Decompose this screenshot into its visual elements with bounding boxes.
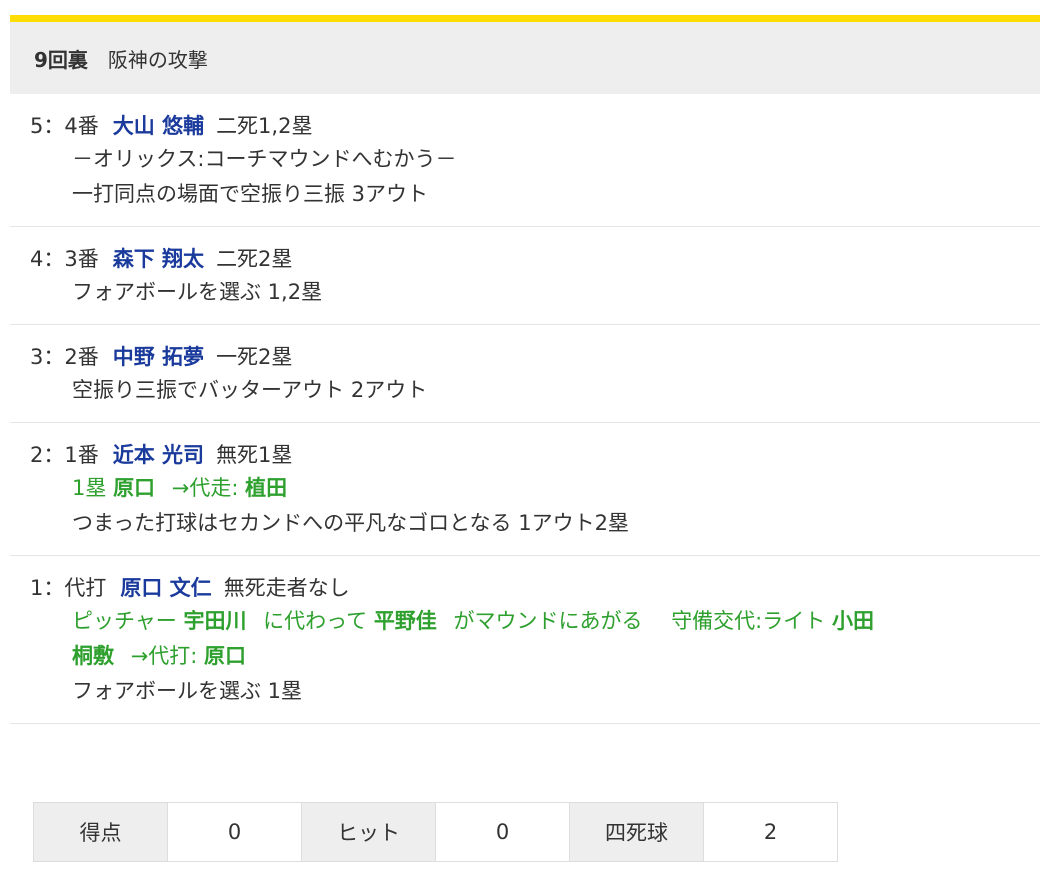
substitution-line-2: 桐敷 →代打: 原口 xyxy=(30,639,1040,674)
inning-summary-table: 得点 0 ヒット 0 四死球 2 xyxy=(33,802,838,862)
play-item: 5：4番 大山 悠輔 二死1,2塁 －オリックス:コーチマウンドへむかう－ 一打同点… xyxy=(10,94,1040,227)
sub-defense-text: 守備交代:ライト xyxy=(671,609,826,633)
inning-label: 9回裏 xyxy=(34,47,88,72)
play-item: 3：2番 中野 拓夢 一死2塁 空振り三振でバッターアウト 2アウト xyxy=(10,325,1040,423)
play-number: 2 xyxy=(30,443,44,467)
play-head: 1：代打 原口 文仁 無死走者なし xyxy=(30,576,350,600)
batting-order: 3番 xyxy=(64,247,99,271)
batter-name[interactable]: 大山 悠輔 xyxy=(113,114,204,138)
play-number: 1 xyxy=(30,576,44,600)
batting-order: 2番 xyxy=(64,345,99,369)
sub-ph-name: 原口 xyxy=(204,644,247,668)
play-head: 5：4番 大山 悠輔 二死1,2塁 xyxy=(30,114,313,138)
play-number: 5 xyxy=(30,114,44,138)
runs-value: 0 xyxy=(167,802,302,862)
play-result: フォアボールを選ぶ 1塁 xyxy=(72,679,303,703)
play-head: 2：1番 近本 光司 無死1塁 xyxy=(30,443,293,467)
play-note: －オリックス:コーチマウンドへむかう－ xyxy=(72,147,457,171)
situation: 無死走者なし xyxy=(223,576,350,600)
situation: 二死1,2塁 xyxy=(216,114,313,138)
batter-name[interactable]: 近本 光司 xyxy=(113,443,204,467)
inning-header: 9回裏 阪神の攻撃 xyxy=(10,22,1040,94)
play-head: 4：3番 森下 翔太 二死2塁 xyxy=(30,247,293,271)
play-result: 一打同点の場面で空振り三振 3アウト xyxy=(72,182,429,206)
sub-mound-text: がマウンドにあがる xyxy=(453,609,643,633)
substitution-line: ピッチャー 宇田川 に代わって 平野佳 がマウンドにあがる 守備交代:ライト 小… xyxy=(30,604,1040,639)
sub-ph-text: →代打: xyxy=(130,644,198,668)
play-item: 4：3番 森下 翔太 二死2塁 フォアボールを選ぶ 1,2塁 xyxy=(10,227,1040,325)
batter-name[interactable]: 森下 翔太 xyxy=(113,247,204,271)
sub-base: 1塁 xyxy=(72,476,107,500)
sub-old-pitcher: 宇田川 xyxy=(183,609,247,633)
sub-pitcher-label: ピッチャー xyxy=(72,609,177,633)
play-item: 1：代打 原口 文仁 無死走者なし ピッチャー 宇田川 に代わって 平野佳 がマウン… xyxy=(10,556,1040,724)
sub-change: →代走: xyxy=(171,476,239,500)
play-list: 5：4番 大山 悠輔 二死1,2塁 －オリックス:コーチマウンドへむかう－ 一打同点… xyxy=(10,94,1040,724)
play-by-play-panel: 9回裏 阪神の攻撃 5：4番 大山 悠輔 二死1,2塁 －オリックス:コーチマウンド… xyxy=(10,15,1040,724)
accent-bar xyxy=(10,15,1040,22)
situation: 二死2塁 xyxy=(216,247,293,271)
batter-name[interactable]: 原口 文仁 xyxy=(120,576,211,600)
play-result: つまった打球はセカンドへの平凡なゴロとなる 1アウト2塁 xyxy=(72,511,629,535)
summary-row: 得点 0 ヒット 0 四死球 2 xyxy=(33,802,838,862)
play-result: 空振り三振でバッターアウト 2アウト xyxy=(72,378,428,402)
hits-label: ヒット xyxy=(301,802,436,862)
substitution-line: 1塁 原口 →代走: 植田 xyxy=(30,471,1040,506)
hits-value: 0 xyxy=(435,802,570,862)
play-item: 2：1番 近本 光司 無死1塁 1塁 原口 →代走: 植田 つまった打球はセカンドへ… xyxy=(10,423,1040,556)
sub-fielder-line2: 桐敷 xyxy=(72,644,114,668)
sub-replaced-text: に代わって xyxy=(263,609,368,633)
batting-order: 4番 xyxy=(64,114,99,138)
sub-runner-name: 原口 xyxy=(113,476,156,500)
play-number: 3 xyxy=(30,345,44,369)
sub-fielder-line1: 小田 xyxy=(831,609,874,633)
sub-new-runner-name: 植田 xyxy=(245,476,288,500)
play-number: 4 xyxy=(30,247,44,271)
batting-order: 代打 xyxy=(64,576,107,600)
situation: 一死2塁 xyxy=(216,345,293,369)
play-head: 3：2番 中野 拓夢 一死2塁 xyxy=(30,345,293,369)
walks-value: 2 xyxy=(703,802,838,862)
play-result: フォアボールを選ぶ 1,2塁 xyxy=(72,280,323,304)
walks-label: 四死球 xyxy=(569,802,704,862)
runs-label: 得点 xyxy=(33,802,168,862)
batter-name[interactable]: 中野 拓夢 xyxy=(113,345,204,369)
batting-order: 1番 xyxy=(64,443,99,467)
sub-new-pitcher: 平野佳 xyxy=(373,609,437,633)
situation: 無死1塁 xyxy=(216,443,293,467)
team-attack-label: 阪神の攻撃 xyxy=(107,47,208,72)
